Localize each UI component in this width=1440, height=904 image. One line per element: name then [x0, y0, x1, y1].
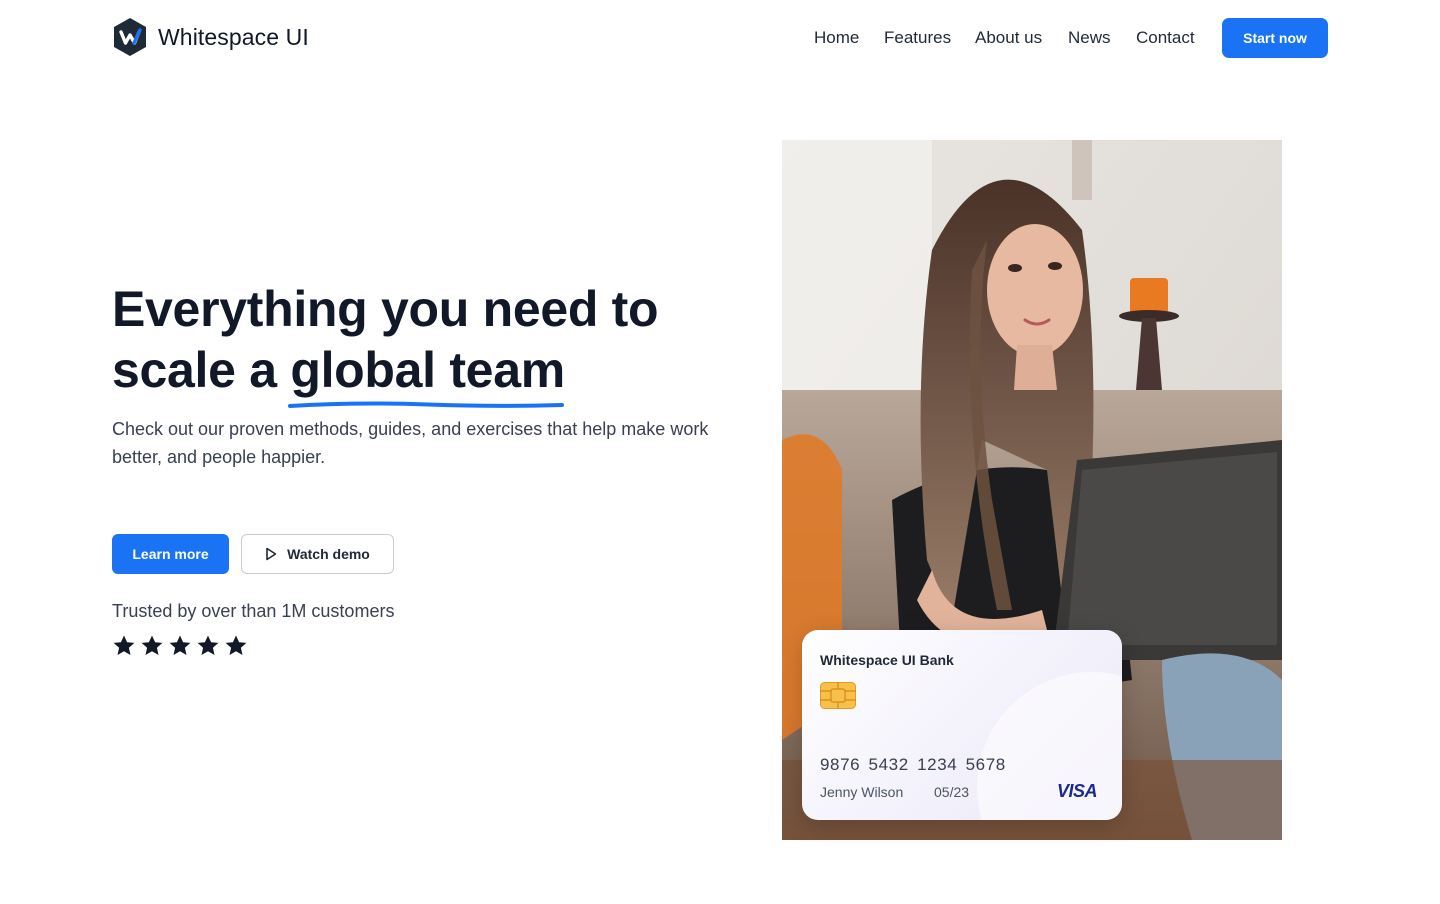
star-icon [197, 635, 219, 655]
star-icon [169, 635, 191, 655]
bank-card: Whitespace UI Bank 9876 5432 1234 5678 J… [802, 630, 1122, 820]
hero-title-highlight: global team [288, 340, 565, 408]
star-rating [112, 634, 248, 658]
star-icon [141, 635, 163, 655]
top-nav: Whitespace UI Home Features About us New… [0, 0, 1440, 76]
star-icon [225, 635, 247, 655]
hero-title-highlight-text: global team [290, 342, 565, 398]
watch-demo-label: Watch demo [287, 546, 370, 562]
hexagon-w-logo-icon [114, 18, 146, 56]
card-holder-name: Jenny Wilson [820, 784, 904, 800]
brand[interactable]: Whitespace UI [112, 17, 309, 57]
visa-logo: VISA [1057, 781, 1098, 801]
highlight-underline-icon [288, 401, 565, 408]
play-icon [266, 547, 277, 561]
start-now-button[interactable]: Start now [1222, 18, 1328, 58]
watch-demo-button[interactable]: Watch demo [241, 534, 394, 574]
card-expiry: 05/23 [934, 784, 970, 800]
nav-link-home[interactable]: Home [814, 28, 859, 48]
nav-link-contact[interactable]: Contact [1136, 28, 1195, 48]
card-chip-icon [820, 682, 856, 709]
nav-link-about-us[interactable]: About us [975, 28, 1042, 48]
star-icon [113, 635, 135, 655]
hero-title: Everything you need to scale a global te… [112, 279, 732, 408]
nav-link-features[interactable]: Features [884, 28, 951, 48]
card-bank-name: Whitespace UI Bank [820, 652, 954, 668]
nav-link-news[interactable]: News [1068, 28, 1111, 48]
trusted-text: Trusted by over than 1M customers [112, 601, 395, 621]
brand-name: Whitespace UI [158, 23, 309, 50]
learn-more-button[interactable]: Learn more [112, 534, 229, 574]
hero-subtitle: Check out our proven methods, guides, an… [112, 419, 709, 467]
card-number: 9876 5432 1234 5678 [820, 755, 1006, 774]
card-decoration [977, 672, 1122, 820]
